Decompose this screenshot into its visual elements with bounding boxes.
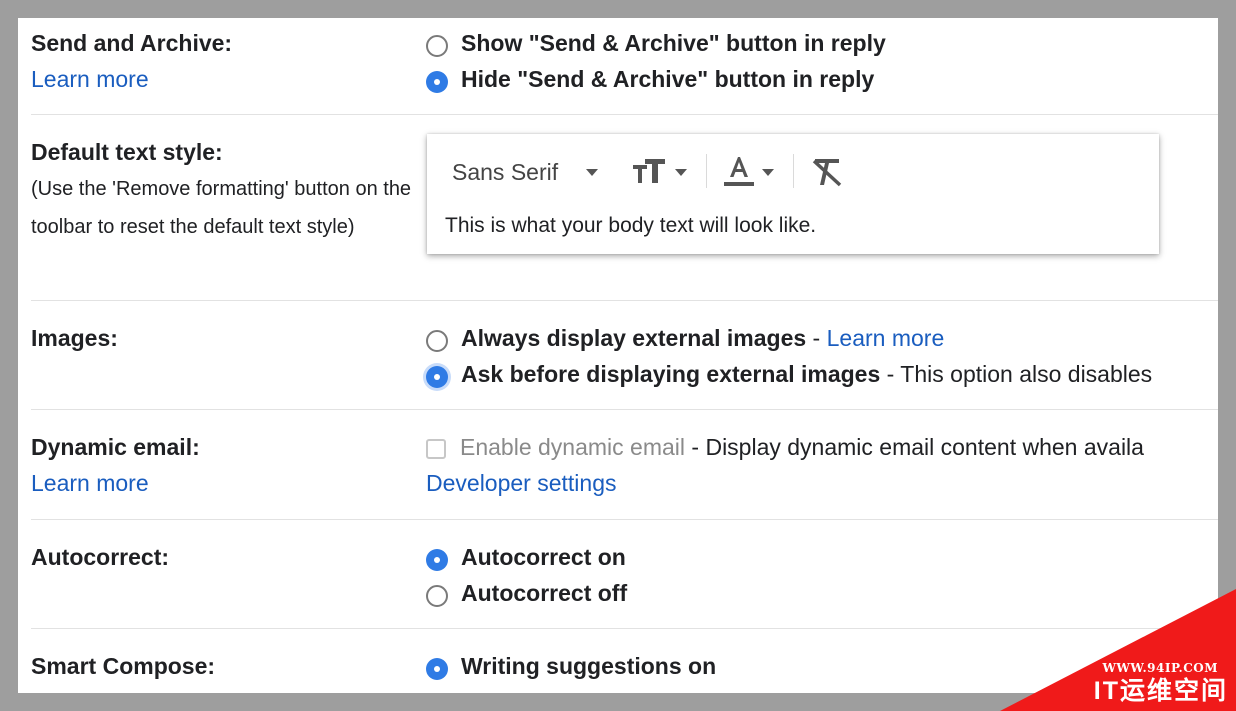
autocorrect-row: Autocorrect: Autocorrect on Autocorrect … [31,539,1218,619]
enable-dynamic-email-label: Enable dynamic email [460,434,686,460]
dynamic-email-description: - Display dynamic email content when ava… [685,434,1144,460]
divider [31,409,1218,410]
always-display-images-radio[interactable] [426,330,448,352]
show-send-archive-option[interactable]: Show "Send & Archive" button in reply [426,25,1218,61]
ask-before-images-description: - This option also disables [880,361,1153,387]
smart-compose-row: Smart Compose: Writing suggestions on [31,648,1218,693]
remove-formatting-icon [812,159,842,187]
ask-before-images-option[interactable]: Ask before displaying external images - … [426,356,1218,392]
show-send-archive-label: Show "Send & Archive" button in reply [461,30,886,56]
divider [31,628,1218,629]
text-size-icon [633,159,665,183]
writing-suggestions-on-radio[interactable] [426,658,448,680]
ask-before-images-radio[interactable] [426,366,448,388]
divider [31,114,1218,115]
developer-settings-link[interactable]: Developer settings [426,465,617,501]
toolbar-separator [793,154,794,188]
remove-formatting-button[interactable] [811,134,843,210]
divider [31,519,1218,520]
hide-send-archive-label: Hide "Send & Archive" button in reply [461,66,875,92]
text-size-caret-icon [675,168,687,176]
font-caret-icon [586,168,599,176]
default-text-style-description: (Use the 'Remove formatting' button on t… [31,178,412,238]
always-display-images-separator: - [806,325,827,351]
show-send-archive-radio[interactable] [426,35,448,57]
ask-before-images-label: Ask before displaying external images [461,361,881,387]
autocorrect-on-radio[interactable] [426,549,448,571]
text-color-caret-icon [762,168,774,176]
formatting-toolbar: Sans Serif [427,134,1159,210]
smart-compose-label: Smart Compose: [31,653,216,679]
dynamic-email-row: Dynamic email: Learn more Enable dynamic… [31,429,1218,509]
send-archive-row: Send and Archive: Learn more Show "Send … [31,25,1218,105]
font-family-value: Sans Serif [452,158,559,185]
dynamic-email-learn-more-link[interactable]: Learn more [31,465,426,501]
autocorrect-label: Autocorrect: [31,544,170,570]
enable-dynamic-email-checkbox[interactable] [426,439,446,459]
autocorrect-on-label: Autocorrect on [461,544,626,570]
settings-panel: Send and Archive: Learn more Show "Send … [18,18,1218,693]
body-text-preview: This is what your body text will look li… [445,214,817,237]
hide-send-archive-radio[interactable] [426,71,448,93]
always-display-images-label: Always display external images [461,325,807,351]
text-size-button[interactable] [633,134,687,210]
autocorrect-off-label: Autocorrect off [461,580,628,606]
autocorrect-off-radio[interactable] [426,585,448,607]
enable-dynamic-email-option[interactable]: Enable dynamic email - Display dynamic e… [426,429,1218,465]
send-archive-learn-more-link[interactable]: Learn more [31,61,426,97]
hide-send-archive-option[interactable]: Hide "Send & Archive" button in reply [426,61,1218,97]
dynamic-email-label: Dynamic email: [31,434,200,460]
images-label: Images: [31,325,118,351]
writing-suggestions-on-label: Writing suggestions on [461,653,717,679]
always-display-images-option[interactable]: Always display external images - Learn m… [426,320,1218,356]
toolbar-separator [706,154,707,188]
send-archive-label: Send and Archive: [31,30,233,56]
images-row: Images: Always display external images -… [31,320,1218,400]
autocorrect-off-option[interactable]: Autocorrect off [426,575,1218,611]
font-family-select[interactable]: Sans Serif [452,134,599,210]
text-color-button[interactable] [724,134,774,210]
default-text-style-label: Default text style: [31,139,223,165]
divider [31,300,1218,301]
watermark-name: IT运维空间 [1093,677,1228,705]
autocorrect-on-option[interactable]: Autocorrect on [426,539,1218,575]
default-text-style-editor: Sans Serif This is what your body text w… [427,134,1159,254]
images-learn-more-link[interactable]: Learn more [827,320,945,356]
text-color-icon [724,157,754,186]
